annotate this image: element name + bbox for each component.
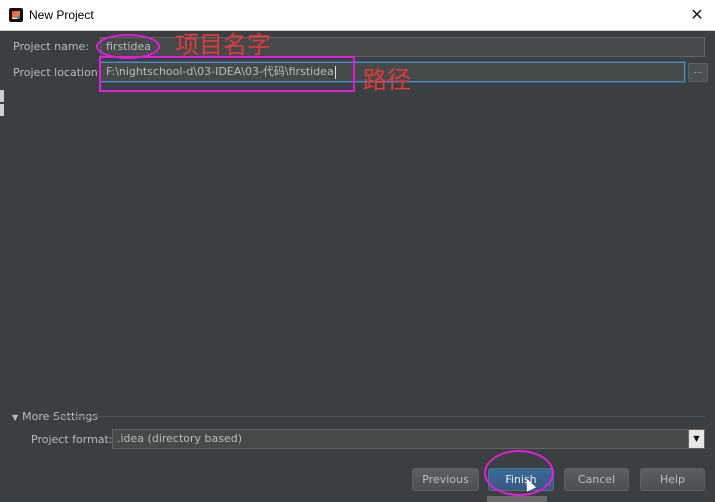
cancel-button[interactable]: Cancel [564,468,629,491]
browse-button[interactable]: ... [688,63,708,82]
background-window-edge [0,104,4,116]
project-location-value: F:\nightschool-d\03-IDEA\03-代码\firstidea [106,65,334,78]
title-bar: New Project ✕ [0,0,715,31]
project-format-select[interactable]: .idea (directory based) ▼ [112,429,705,449]
window-title: New Project [29,8,94,22]
previous-button[interactable]: Previous [412,468,479,491]
background-window-edge [487,496,547,502]
background-window-edge [0,90,4,102]
project-location-label: Project location: [13,66,102,79]
triangle-down-icon: ▼ [12,413,19,422]
project-format-label: Project format: [31,433,113,446]
project-name-label: Project name: [13,40,90,53]
finish-button[interactable]: Finish [488,468,554,491]
name-annotation-text: 项目名字 [175,31,271,59]
intellij-idea-logo-icon [9,8,23,22]
help-button[interactable]: Help [640,468,705,491]
text-caret [334,65,336,79]
separator [50,416,705,417]
path-annotation-text: 路径 [363,66,411,94]
close-icon[interactable]: ✕ [687,5,707,25]
dropdown-arrow-icon[interactable]: ▼ [688,430,704,448]
project-format-value: .idea (directory based) [117,432,243,445]
